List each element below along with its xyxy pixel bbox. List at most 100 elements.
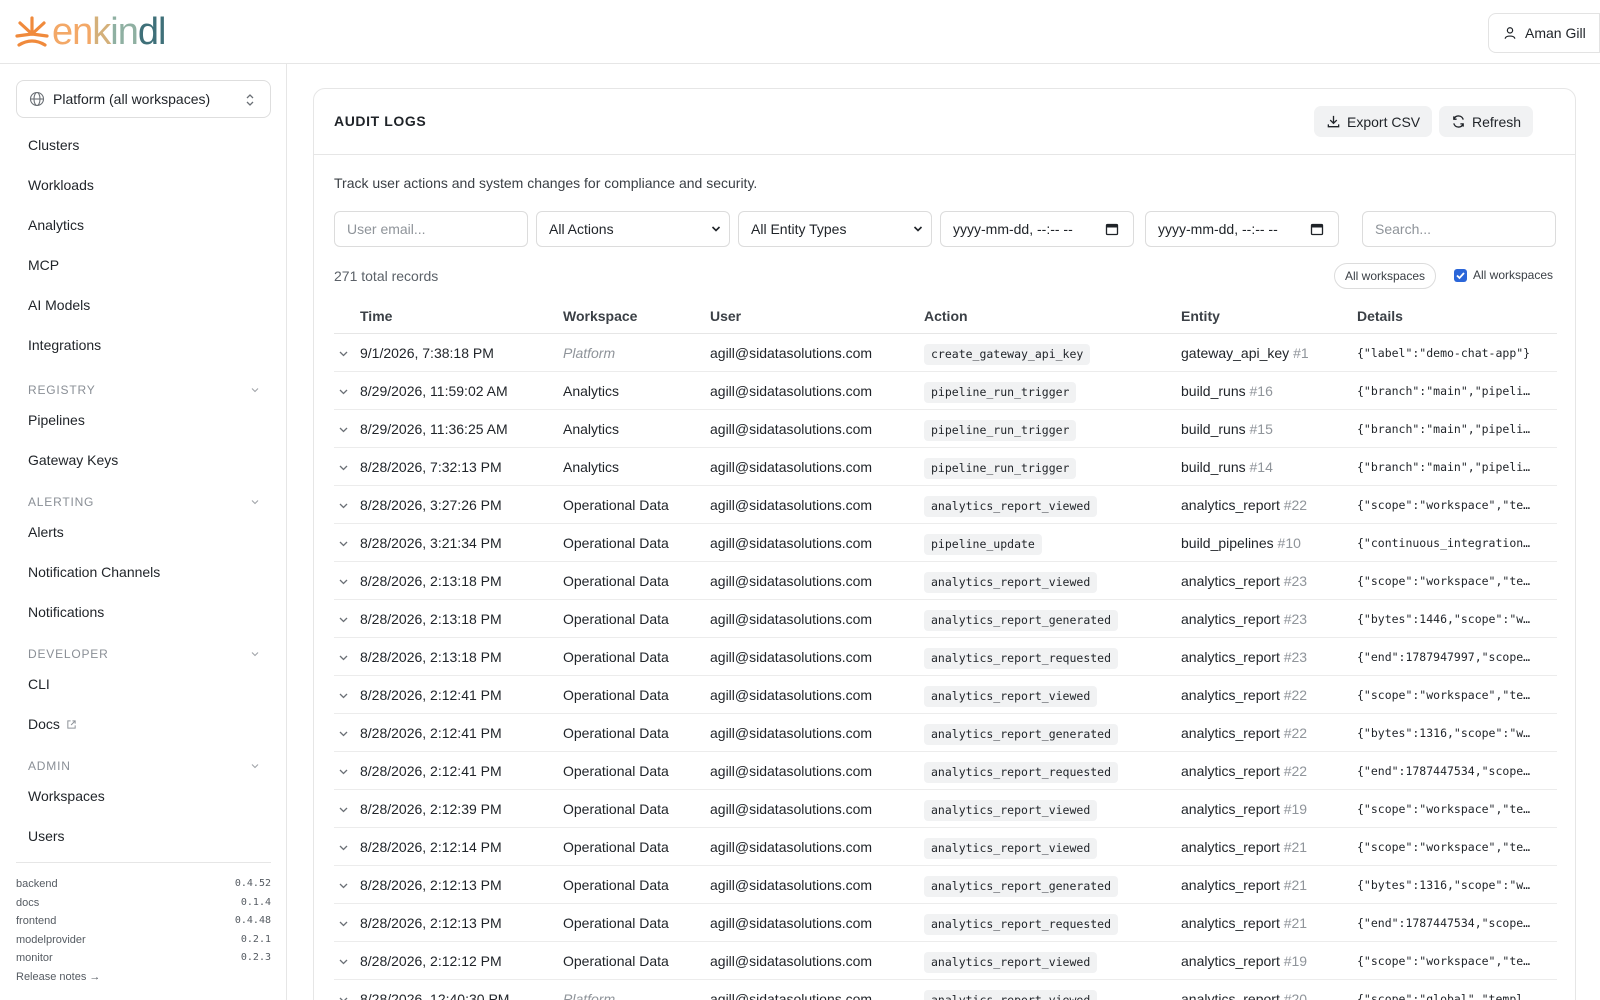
chevron-down-icon[interactable] bbox=[338, 880, 349, 891]
entity-id: #23 bbox=[1283, 573, 1308, 589]
chevron-down-icon[interactable] bbox=[338, 842, 349, 853]
column-header-action[interactable]: Action bbox=[924, 298, 968, 334]
sidebar-item-alerts[interactable]: Alerts bbox=[28, 522, 64, 542]
chevron-down-icon[interactable] bbox=[338, 348, 349, 359]
service-version: 0.2.3 bbox=[240, 952, 271, 963]
cell-details: {"bytes":1316,"scope":"w… bbox=[1357, 878, 1531, 892]
refresh-button[interactable]: Refresh bbox=[1439, 106, 1534, 137]
actions-select[interactable]: All Actions bbox=[536, 211, 730, 247]
workspace-selector[interactable]: Platform (all workspaces) bbox=[16, 80, 271, 118]
cell-time: 9/1/2026, 7:38:18 PM bbox=[360, 345, 494, 361]
column-header-details[interactable]: Details bbox=[1357, 298, 1403, 334]
cell-time: 8/28/2026, 12:40:30 PM bbox=[360, 991, 510, 1000]
workspace-scope-pill[interactable]: All workspaces bbox=[1334, 263, 1437, 289]
sidebar-group-registry[interactable]: REGISTRY bbox=[28, 382, 260, 398]
table-row[interactable]: 8/28/2026, 7:32:13 PM Analytics agill@sida… bbox=[334, 448, 1557, 486]
cell-workspace: Operational Data bbox=[563, 649, 669, 665]
chevron-down-icon bbox=[251, 500, 259, 505]
date-to-input[interactable]: yyyy-mm-dd, --:-- -- bbox=[1145, 211, 1339, 247]
chevron-down-icon[interactable] bbox=[338, 462, 349, 473]
entity-id: #19 bbox=[1283, 801, 1308, 817]
table-row[interactable]: 8/28/2026, 2:12:14 PM Operational Data agi… bbox=[334, 828, 1557, 866]
sidebar-item-cli[interactable]: CLI bbox=[28, 674, 50, 694]
table-row[interactable]: 8/28/2026, 2:12:39 PM Operational Data agi… bbox=[334, 790, 1557, 828]
checkbox-checked[interactable] bbox=[1454, 268, 1467, 282]
cell-action: analytics_report_requested bbox=[924, 904, 1179, 942]
export-csv-button[interactable]: Export CSV bbox=[1314, 106, 1433, 137]
chevron-down-icon[interactable] bbox=[338, 614, 349, 625]
sidebar-group-label: ADMIN bbox=[28, 759, 71, 773]
table-row[interactable]: 8/28/2026, 3:27:26 PM Operational Data agi… bbox=[334, 486, 1557, 524]
chevron-down-icon[interactable] bbox=[338, 956, 349, 967]
sidebar-item-docs[interactable]: Docs bbox=[28, 714, 77, 734]
sidebar-item-integrations[interactable]: Integrations bbox=[28, 335, 101, 355]
entity-type: build_runs bbox=[1181, 421, 1246, 437]
column-header-user[interactable]: User bbox=[710, 298, 741, 334]
table-row[interactable]: 8/29/2026, 11:59:02 AM Analytics agill@sid… bbox=[334, 372, 1557, 410]
sidebar-item-ai-models[interactable]: AI Models bbox=[28, 295, 90, 315]
entity-id: #22 bbox=[1283, 725, 1308, 741]
table-row[interactable]: 8/28/2026, 2:12:41 PM Operational Data agi… bbox=[334, 752, 1557, 790]
chevron-down-icon[interactable] bbox=[338, 994, 349, 1000]
table-row[interactable]: 8/28/2026, 2:12:41 PM Operational Data agi… bbox=[334, 676, 1557, 714]
column-header-entity[interactable]: Entity bbox=[1181, 298, 1220, 334]
table-row[interactable]: 8/28/2026, 2:12:12 PM Operational Data agi… bbox=[334, 942, 1557, 980]
all-workspaces-checkbox[interactable]: All workspaces bbox=[1454, 268, 1553, 282]
chevron-down-icon[interactable] bbox=[338, 690, 349, 701]
table-row[interactable]: 8/29/2026, 11:36:25 AM Analytics agill@sid… bbox=[334, 410, 1557, 448]
chevron-down-icon[interactable] bbox=[338, 424, 349, 435]
cell-entity: analytics_report #23 bbox=[1181, 638, 1356, 676]
chevron-down-icon[interactable] bbox=[338, 918, 349, 929]
cell-action: analytics_report_viewed bbox=[924, 790, 1179, 828]
cell-action: analytics_report_requested bbox=[924, 638, 1179, 676]
chevron-down-icon[interactable] bbox=[338, 728, 349, 739]
chevron-down-icon[interactable] bbox=[338, 500, 349, 511]
sidebar-group-alerting[interactable]: ALERTING bbox=[28, 494, 260, 510]
release-notes-link[interactable]: Release notes → bbox=[16, 968, 271, 986]
cell-user: agill@sidatasolutions.com bbox=[710, 801, 873, 817]
chevron-down-icon[interactable] bbox=[338, 538, 349, 549]
sidebar-item-clusters[interactable]: Clusters bbox=[28, 135, 79, 155]
table-row[interactable]: 8/28/2026, 2:12:13 PM Operational Data agi… bbox=[334, 866, 1557, 904]
cell-user: agill@sidatasolutions.com bbox=[710, 687, 873, 703]
table-row[interactable]: 8/28/2026, 3:21:34 PM Operational Data agi… bbox=[334, 524, 1557, 562]
sidebar-item-workloads[interactable]: Workloads bbox=[28, 175, 94, 195]
cell-entity: analytics_report #21 bbox=[1181, 904, 1356, 942]
sidebar-item-notifications[interactable]: Notifications bbox=[28, 602, 104, 622]
user-email-input[interactable]: User email... bbox=[334, 211, 528, 247]
cell-workspace: Operational Data bbox=[563, 725, 669, 741]
chevron-down-icon[interactable] bbox=[338, 576, 349, 587]
sidebar-item-users[interactable]: Users bbox=[28, 826, 65, 846]
table-row[interactable]: 8/28/2026, 2:12:41 PM Operational Data agi… bbox=[334, 714, 1557, 752]
cell-entity: analytics_report #21 bbox=[1181, 828, 1356, 866]
table-row[interactable]: 8/28/2026, 2:12:13 PM Operational Data agi… bbox=[334, 904, 1557, 942]
table-row[interactable]: 8/28/2026, 2:13:18 PM Operational Data agi… bbox=[334, 600, 1557, 638]
chevron-down-icon[interactable] bbox=[338, 652, 349, 663]
chevron-down-icon[interactable] bbox=[338, 766, 349, 777]
sidebar-item-workspaces[interactable]: Workspaces bbox=[28, 786, 105, 806]
cell-user: agill@sidatasolutions.com bbox=[710, 421, 873, 437]
column-header-workspace[interactable]: Workspace bbox=[563, 298, 637, 334]
entity-types-select[interactable]: All Entity Types bbox=[738, 211, 932, 247]
table-row[interactable]: 9/1/2026, 7:38:18 PM Platform agill@sidata… bbox=[334, 334, 1557, 372]
search-input[interactable]: Search... bbox=[1362, 211, 1556, 247]
version-row: modelprovider 0.2.1 bbox=[16, 931, 271, 950]
sidebar-item-mcp[interactable]: MCP bbox=[28, 255, 59, 275]
sidebar-item-pipelines[interactable]: Pipelines bbox=[28, 410, 85, 430]
table-row[interactable]: 8/28/2026, 2:13:18 PM Operational Data agi… bbox=[334, 562, 1557, 600]
table-row[interactable]: 8/28/2026, 2:13:18 PM Operational Data agi… bbox=[334, 638, 1557, 676]
sidebar-item-analytics[interactable]: Analytics bbox=[28, 215, 84, 235]
chevron-down-icon[interactable] bbox=[338, 804, 349, 815]
column-header-time[interactable]: Time bbox=[360, 298, 392, 334]
sidebar-group-developer[interactable]: DEVELOPER bbox=[28, 646, 260, 662]
table-row[interactable]: 8/28/2026, 12:40:30 PM Platform agill@sida… bbox=[334, 980, 1557, 1000]
brand-logo[interactable]: enkindl bbox=[14, 12, 166, 52]
entity-id: #23 bbox=[1283, 649, 1308, 665]
sidebar-item-gateway-keys[interactable]: Gateway Keys bbox=[28, 450, 118, 470]
cell-details: {"continuous_integration… bbox=[1357, 536, 1531, 550]
date-from-input[interactable]: yyyy-mm-dd, --:-- -- bbox=[940, 211, 1134, 247]
sidebar-item-notification-channels[interactable]: Notification Channels bbox=[28, 562, 160, 582]
chevron-down-icon[interactable] bbox=[338, 386, 349, 397]
user-menu-button[interactable]: Aman Gill bbox=[1488, 13, 1600, 53]
sidebar-group-admin[interactable]: ADMIN bbox=[28, 758, 260, 774]
